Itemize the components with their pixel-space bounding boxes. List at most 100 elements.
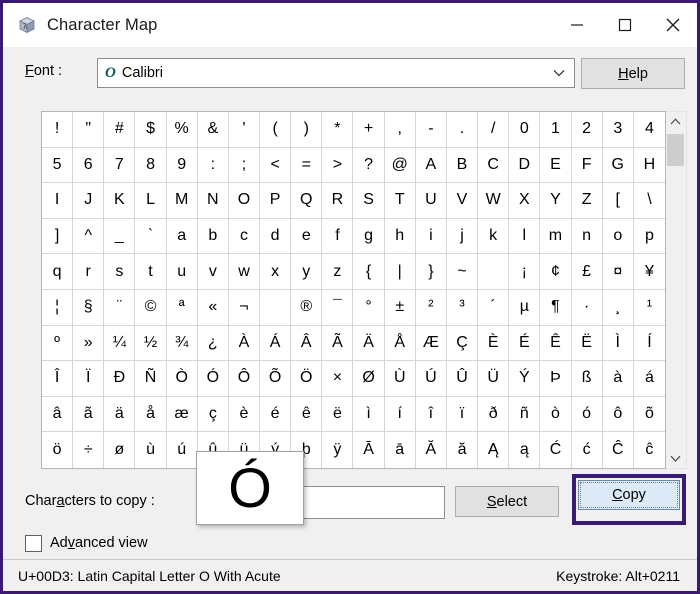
maximize-icon[interactable] <box>601 3 649 47</box>
character-cell[interactable]: ó <box>571 396 603 433</box>
character-cell[interactable]: s <box>104 254 136 290</box>
character-cell[interactable]: Ă <box>416 432 447 468</box>
character-cell[interactable]: Ê <box>540 325 572 362</box>
character-cell[interactable]: · <box>571 289 603 326</box>
character-cell[interactable]: " <box>73 112 105 148</box>
character-cell[interactable]: x <box>260 254 292 290</box>
character-cell[interactable]: ĉ <box>634 432 665 468</box>
character-cell[interactable]: | <box>384 254 416 290</box>
character-cell[interactable]: u <box>166 254 198 290</box>
character-cell[interactable]: k <box>478 218 510 255</box>
character-cell[interactable]: ; <box>228 147 261 184</box>
character-cell[interactable]: ô <box>602 396 634 433</box>
character-cell[interactable]: Ö <box>291 361 323 397</box>
character-cell[interactable]: m <box>540 218 572 255</box>
character-cell[interactable]: c <box>228 218 261 255</box>
character-cell[interactable]: µ <box>509 289 541 326</box>
character-cell[interactable]: ù <box>135 432 167 468</box>
close-icon[interactable] <box>649 3 697 47</box>
scrollbar-thumb[interactable] <box>667 134 684 166</box>
character-cell[interactable]: ÿ <box>322 432 354 468</box>
character-cell[interactable]: @ <box>384 147 416 184</box>
character-cell[interactable]: R <box>322 183 354 219</box>
character-cell[interactable]: ā <box>385 432 416 468</box>
character-cell[interactable]: 4 <box>633 112 665 148</box>
character-cell[interactable]: ¥ <box>633 254 665 290</box>
character-cell[interactable]: ­ <box>260 289 292 326</box>
character-cell[interactable]: ć <box>572 432 603 468</box>
character-cell[interactable]: ¤ <box>602 254 634 290</box>
character-cell[interactable]: { <box>353 254 385 290</box>
character-cell[interactable]: ± <box>384 289 416 326</box>
character-cell[interactable]: q <box>42 254 74 290</box>
character-cell[interactable]: F <box>571 147 603 184</box>
character-cell[interactable]: ] <box>42 218 74 255</box>
character-cell[interactable]: T <box>384 183 416 219</box>
character-cell[interactable]: \ <box>633 183 665 219</box>
character-cell[interactable]: g <box>353 218 385 255</box>
character-cell[interactable]: K <box>104 183 136 219</box>
advanced-view-checkbox[interactable] <box>25 534 42 552</box>
character-cell[interactable]: õ <box>633 397 665 433</box>
character-cell[interactable]: × <box>322 361 354 397</box>
character-cell[interactable]: ă <box>447 432 479 468</box>
character-cell[interactable]: ß <box>571 361 603 397</box>
character-cell[interactable]: [ <box>602 183 634 219</box>
character-cell[interactable]: Ø <box>353 361 385 397</box>
character-cell[interactable]: Ñ <box>135 361 167 397</box>
character-cell[interactable]: Ć <box>540 432 572 468</box>
character-cell[interactable]: ® <box>291 289 323 326</box>
character-cell[interactable]: . <box>446 112 479 148</box>
character-cell[interactable]: 9 <box>166 147 198 184</box>
character-cell[interactable]: ë <box>322 396 354 433</box>
help-button[interactable]: Help <box>581 58 685 89</box>
character-cell[interactable] <box>478 254 510 290</box>
character-cell[interactable]: 2 <box>571 112 603 148</box>
character-cell[interactable]: ö <box>42 432 74 468</box>
character-cell[interactable]: ä <box>104 396 136 433</box>
character-cell[interactable]: v <box>197 254 229 290</box>
character-cell[interactable]: ¼ <box>104 325 136 362</box>
character-cell[interactable]: Ë <box>571 325 603 362</box>
character-cell[interactable]: ¦ <box>42 289 74 326</box>
character-cell[interactable]: Ô <box>228 361 261 397</box>
character-cell[interactable]: « <box>197 289 229 326</box>
character-cell[interactable]: e <box>291 218 323 255</box>
character-cell[interactable]: ð <box>478 396 510 433</box>
character-cell[interactable]: ¡ <box>509 254 541 290</box>
character-cell[interactable]: a <box>166 218 198 255</box>
character-cell[interactable]: b <box>197 218 229 255</box>
character-cell[interactable]: Q <box>291 183 323 219</box>
character-cell[interactable]: ' <box>228 112 261 148</box>
character-cell[interactable]: o <box>602 218 634 255</box>
character-cell[interactable]: ø <box>104 432 136 468</box>
character-cell[interactable]: ´ <box>478 289 510 326</box>
character-cell[interactable]: > <box>322 147 354 184</box>
character-cell[interactable]: ò <box>540 396 572 433</box>
character-cell[interactable]: ç <box>197 396 229 433</box>
character-cell[interactable]: ê <box>291 396 323 433</box>
character-cell[interactable]: % <box>166 112 198 148</box>
character-cell[interactable]: å <box>135 396 167 433</box>
character-cell[interactable]: + <box>353 112 385 148</box>
character-cell[interactable]: w <box>228 254 261 290</box>
character-cell[interactable]: z <box>322 254 354 290</box>
font-combobox[interactable]: O Calibri <box>97 58 575 88</box>
character-cell[interactable]: U <box>415 183 447 219</box>
character-cell[interactable]: ³ <box>446 289 479 326</box>
character-cell[interactable]: C <box>478 147 510 184</box>
character-cell[interactable]: ¾ <box>166 325 198 362</box>
character-cell[interactable]: _ <box>104 218 136 255</box>
character-cell[interactable]: Ç <box>446 325 479 362</box>
character-cell[interactable]: * <box>322 112 354 148</box>
character-cell[interactable]: ï <box>446 396 479 433</box>
character-cell[interactable]: ° <box>353 289 385 326</box>
character-cell[interactable]: é <box>260 396 292 433</box>
character-cell[interactable]: Ó <box>197 361 229 397</box>
character-cell[interactable]: ÷ <box>73 432 105 468</box>
character-cell[interactable]: h <box>384 218 416 255</box>
character-cell[interactable]: Ý <box>509 361 541 397</box>
character-cell[interactable]: Ð <box>104 361 136 397</box>
character-cell[interactable]: Û <box>446 361 479 397</box>
character-cell[interactable]: , <box>384 112 416 148</box>
